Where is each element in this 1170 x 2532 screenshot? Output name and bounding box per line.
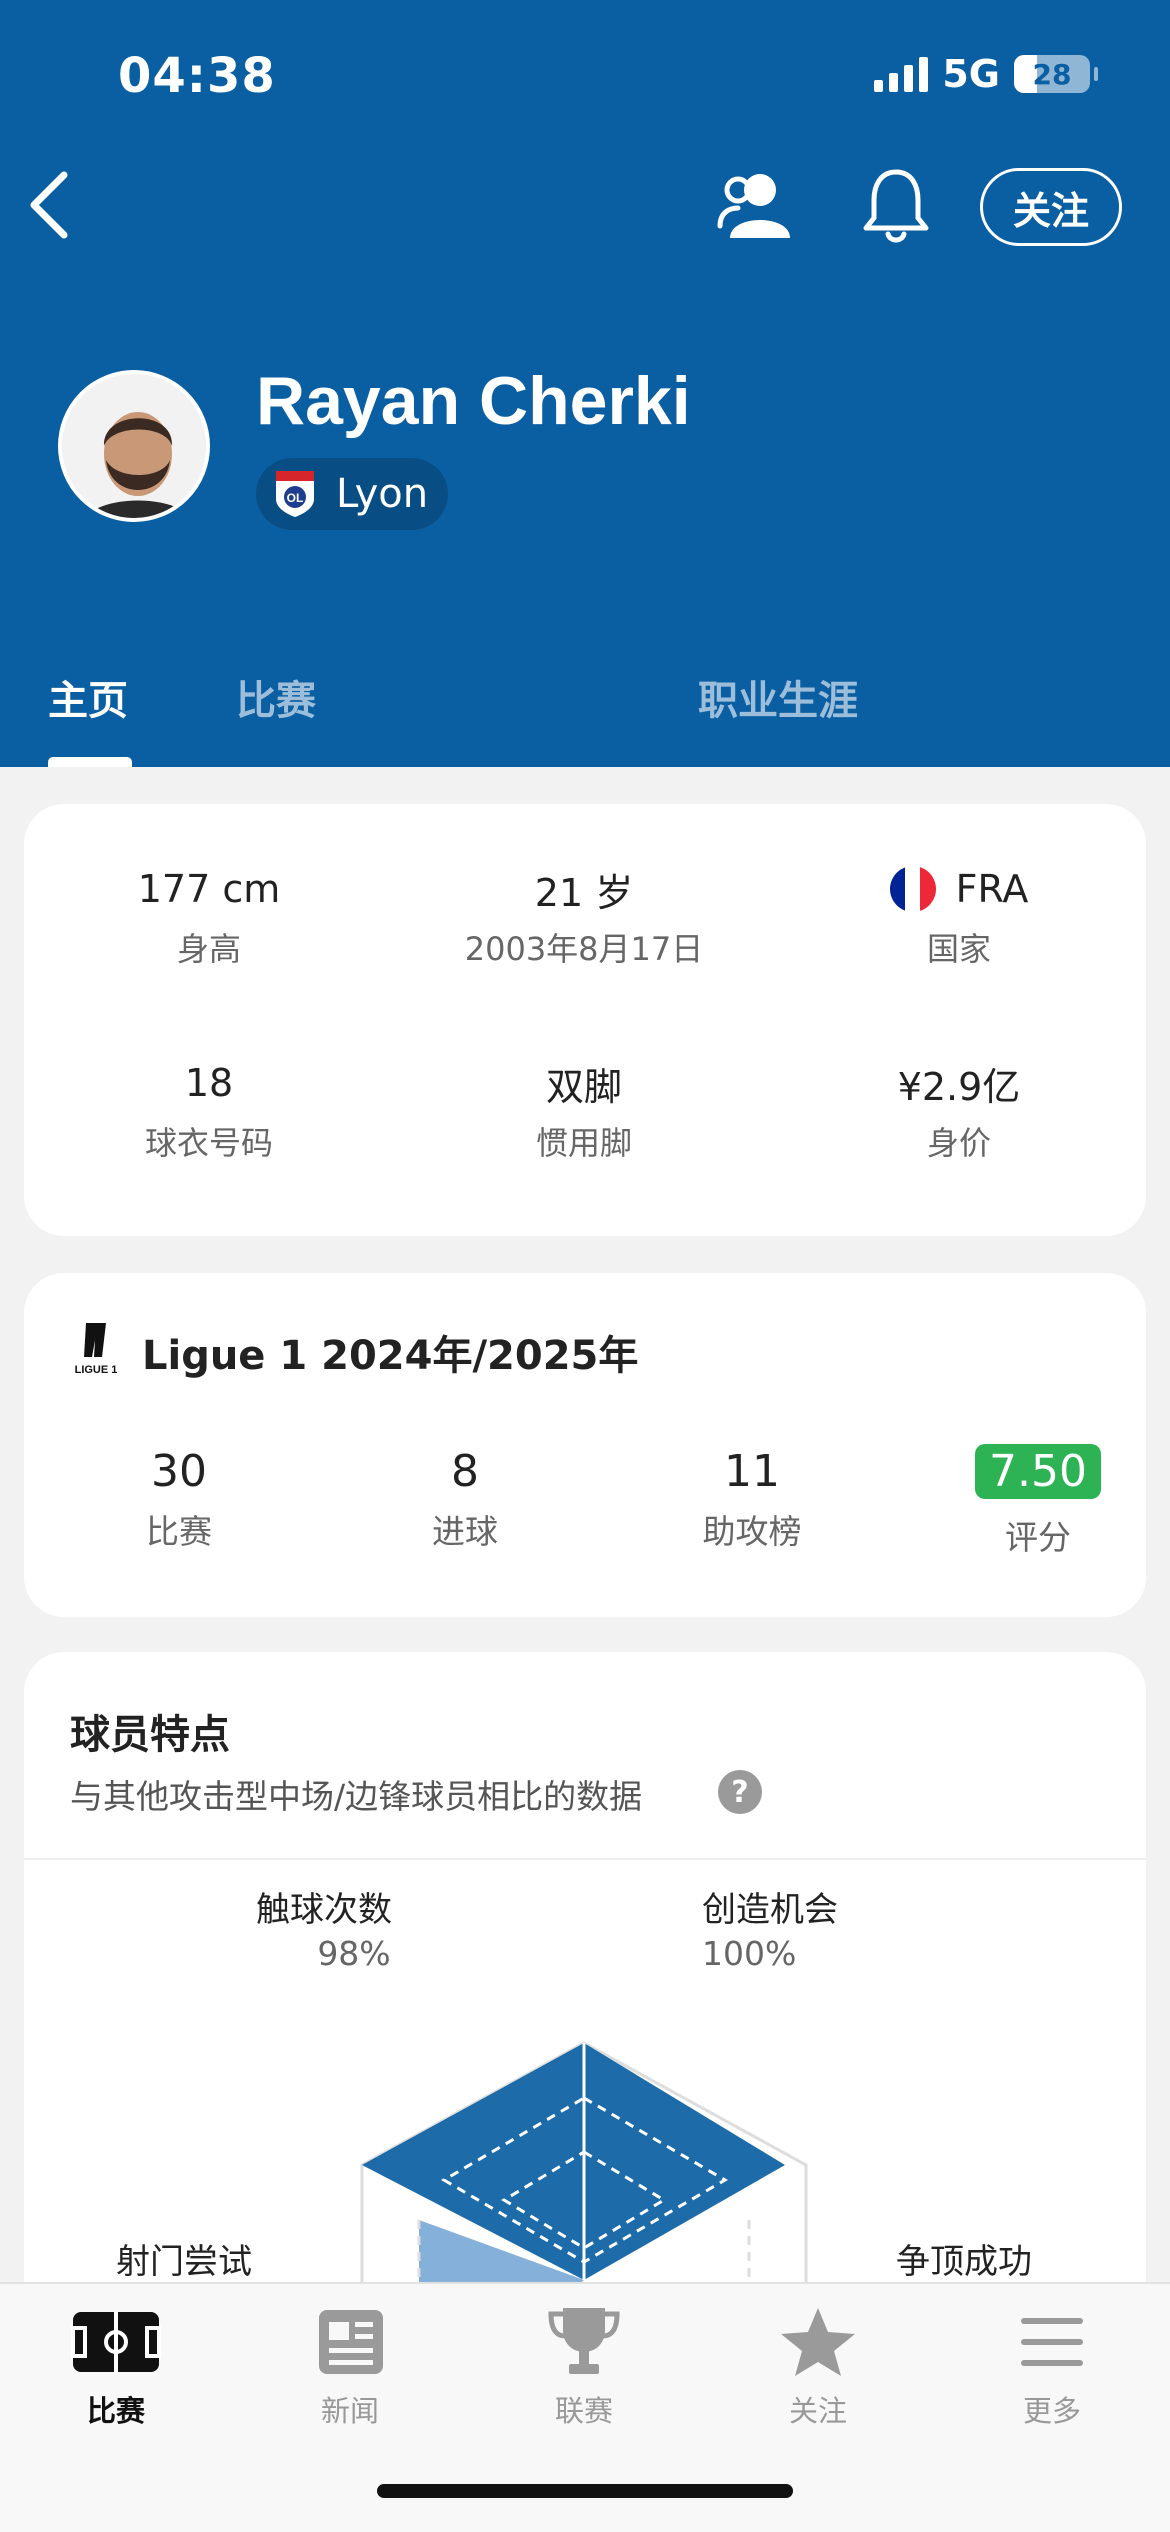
market-value: ¥2.9亿 <box>897 1064 1021 1109</box>
tab-bar: 主页 比赛 职业生涯 <box>0 660 1170 767</box>
tab-career[interactable]: 职业生涯 <box>698 668 858 726</box>
nav-more[interactable]: 更多 <box>962 2304 1142 2430</box>
market-value-label: 身价 <box>926 1124 991 1162</box>
radar-pct-chances-created: 100% <box>702 1934 797 1973</box>
status-time: 04:38 <box>118 48 276 104</box>
news-icon <box>319 2310 383 2374</box>
lyon-badge-icon: OL <box>276 471 314 517</box>
club-name: Lyon <box>336 471 429 517</box>
nav-following-label: 关注 <box>788 2394 847 2428</box>
shirt-number-cell: 18 球衣号码 <box>39 1058 379 1164</box>
nav-matches[interactable]: 比赛 <box>26 2304 206 2430</box>
stat-rating: 7.50 评分 <box>913 1441 1163 1559</box>
traits-subtitle: 与其他攻击型中场/边锋球员相比的数据 <box>70 1777 643 1816</box>
network-label: 5G <box>942 52 1000 96</box>
radar-pct-touches: 98% <box>317 1934 391 1973</box>
nav-following[interactable]: 关注 <box>728 2304 908 2430</box>
star-icon <box>781 2308 855 2376</box>
height-value: 177 cm <box>137 867 281 911</box>
goals-value: 8 <box>451 1445 479 1497</box>
preferred-foot-value: 双脚 <box>545 1064 622 1109</box>
rating-badge: 7.50 <box>975 1443 1101 1499</box>
radar-label-aerials-won: 争顶成功 <box>896 2242 1032 2282</box>
shirt-number-label: 球衣号码 <box>144 1124 273 1162</box>
stat-goals: 8 进球 <box>340 1441 590 1553</box>
home-indicator[interactable] <box>377 2484 793 2498</box>
height-cell: 177 cm 身高 <box>39 864 379 970</box>
nav-leagues-label: 联赛 <box>554 2394 613 2428</box>
ligue1-logo-icon: LIGUE 1 <box>75 1323 118 1376</box>
battery-icon: 28 <box>1014 55 1098 93</box>
player-header: 04:38 5G 28 关注 Rayan Cherki OL Lyon 主页 比… <box>0 0 1170 767</box>
rating-label: 评分 <box>1005 1518 1071 1557</box>
height-label: 身高 <box>176 930 241 968</box>
player-avatar <box>58 370 210 522</box>
ligue1-logo-text: LIGUE 1 <box>75 1364 118 1376</box>
radar-label-touches: 触球次数 <box>256 1890 392 1930</box>
preferred-foot-label: 惯用脚 <box>535 1124 632 1162</box>
country-cell: FRA 国家 <box>789 864 1129 970</box>
follow-button[interactable]: 关注 <box>980 168 1122 246</box>
assists-value: 11 <box>724 1445 780 1497</box>
nav-news[interactable]: 新闻 <box>260 2304 440 2430</box>
battery-level: 28 <box>1032 57 1072 91</box>
country-value: FRA <box>955 867 1029 911</box>
tab-matches[interactable]: 比赛 <box>236 668 316 726</box>
tab-home[interactable]: 主页 <box>48 668 128 726</box>
traits-title: 球员特点 <box>70 1712 230 1758</box>
nav-matches-label: 比赛 <box>86 2394 145 2428</box>
market-value-cell: ¥2.9亿 身价 <box>789 1058 1129 1164</box>
status-indicators: 5G 28 <box>874 52 1098 96</box>
nav-more-label: 更多 <box>1022 2394 1081 2428</box>
pitch-icon <box>71 2312 161 2372</box>
club-badge-text: OL <box>287 491 304 505</box>
radar-label-chances-created: 创造机会 <box>702 1890 838 1930</box>
trophy-icon <box>548 2308 620 2374</box>
bell-icon[interactable] <box>860 166 932 246</box>
season-stats-card[interactable]: LIGUE 1 Ligue 1 2024年/2025年 30 比赛 8 进球 1… <box>24 1273 1146 1617</box>
player-info-card: 177 cm 身高 21 岁 2003年8月17日 FRA 国家 18 球衣号码… <box>24 804 1146 1236</box>
shirt-number-value: 18 <box>184 1061 234 1105</box>
radar-label-shot-attempts: 射门尝试 <box>116 2242 252 2282</box>
goals-label: 进球 <box>432 1512 498 1551</box>
age-cell: 21 岁 2003年8月17日 <box>414 864 754 970</box>
country-label: 国家 <box>926 930 991 968</box>
nav-news-label: 新闻 <box>320 2394 379 2428</box>
nav-leagues[interactable]: 联赛 <box>494 2304 674 2430</box>
age-value: 21 岁 <box>534 870 634 915</box>
league-season-title: Ligue 1 2024年/2025年 <box>142 1333 639 1379</box>
signal-icon <box>874 56 929 92</box>
france-flag-icon <box>889 866 936 912</box>
birth-date: 2003年8月17日 <box>464 930 704 968</box>
appearances-label: 比赛 <box>146 1512 212 1551</box>
club-chip[interactable]: OL Lyon <box>256 458 449 530</box>
appearances-value: 30 <box>151 1445 207 1497</box>
help-icon[interactable]: ? <box>718 1770 762 1814</box>
player-name: Rayan Cherki <box>256 363 691 439</box>
preferred-foot-cell: 双脚 惯用脚 <box>414 1058 754 1164</box>
assists-label: 助攻榜 <box>702 1512 802 1551</box>
back-icon[interactable] <box>22 165 82 245</box>
menu-icon <box>1021 2318 1083 2366</box>
people-icon[interactable] <box>716 168 796 242</box>
stat-appearances: 30 比赛 <box>54 1441 304 1553</box>
active-tab-indicator <box>48 757 132 767</box>
stat-assists: 11 助攻榜 <box>627 1441 877 1553</box>
